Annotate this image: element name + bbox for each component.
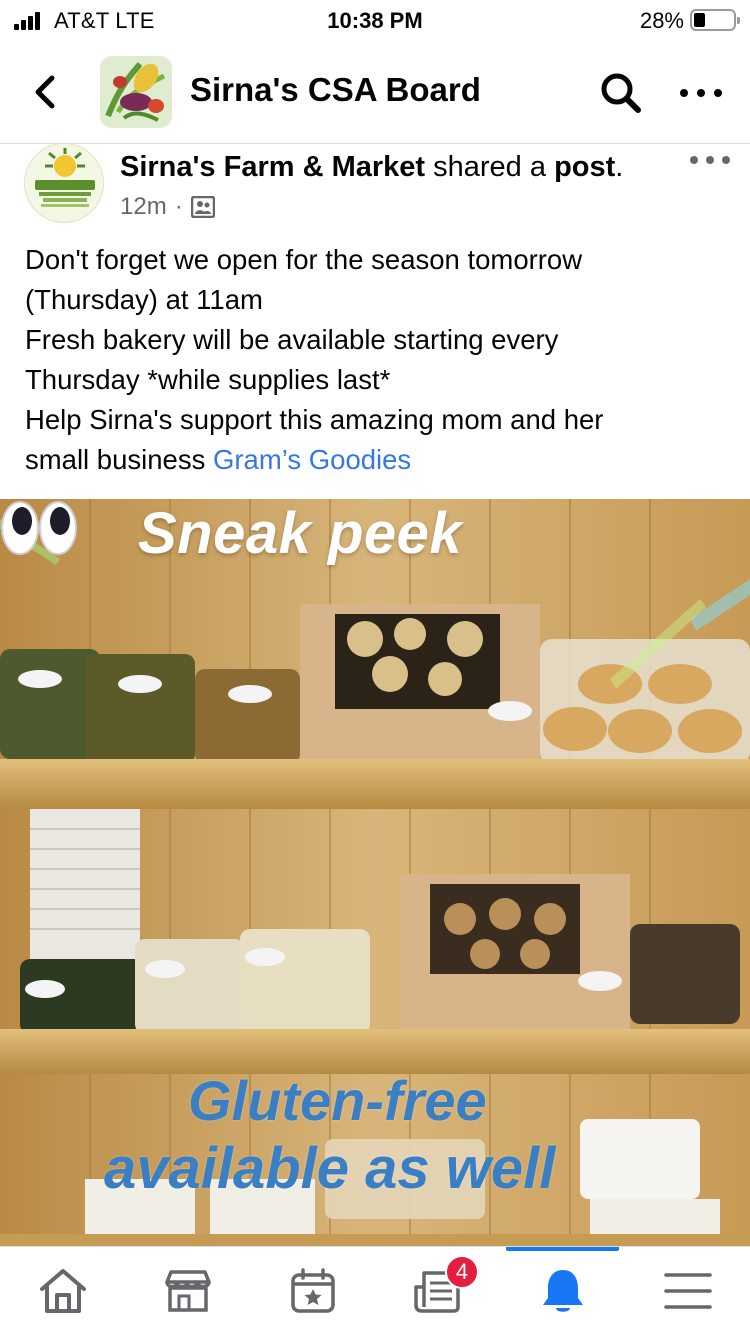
tab-marketplace[interactable] xyxy=(125,1247,250,1334)
tab-menu[interactable] xyxy=(625,1247,750,1334)
post-text-line: Thursday *while supplies last* xyxy=(25,364,391,395)
post-meta: 12m · xyxy=(120,193,215,221)
notification-count-badge: 4 xyxy=(445,1255,479,1289)
bell-icon xyxy=(542,1270,583,1312)
photo-caption-bottom-1: Gluten-free xyxy=(188,1069,487,1132)
group-avatar[interactable] xyxy=(100,56,172,128)
hamburger-menu-icon xyxy=(663,1273,712,1309)
back-button[interactable] xyxy=(26,70,66,114)
eyes-emoji-icon xyxy=(1,501,77,555)
post-text-line: Fresh bakery will be available starting … xyxy=(25,324,559,355)
clock: 10:38 PM xyxy=(327,8,423,33)
photo-caption-top: Sneak peek xyxy=(138,501,463,566)
group-title[interactable]: Sirna's CSA Board xyxy=(190,71,481,109)
search-icon xyxy=(601,73,641,113)
battery-percentage: 28% xyxy=(639,8,684,33)
more-options-button[interactable] xyxy=(676,76,726,110)
tab-home[interactable] xyxy=(0,1247,125,1334)
events-icon xyxy=(290,1268,335,1313)
marketplace-icon xyxy=(164,1270,211,1312)
post-timestamp[interactable]: 12m xyxy=(120,193,167,221)
search-button[interactable] xyxy=(598,70,644,116)
post-text-line: Help Sirna's support this amazing mom an… xyxy=(25,404,604,435)
post-text-segment: small business xyxy=(25,444,213,475)
more-horizontal-icon xyxy=(690,156,698,164)
group-members-icon xyxy=(190,196,215,218)
post-text-line: Don't forget we open for the season tomo… xyxy=(25,244,583,275)
post-author-line: Sirna's Farm & Market shared a post. xyxy=(120,151,623,184)
post-photo[interactable] xyxy=(0,499,750,1246)
tab-notifications[interactable] xyxy=(500,1247,625,1334)
post-period: . xyxy=(615,151,624,183)
photo-caption-bottom-2: available as well xyxy=(104,1136,556,1201)
meta-separator: · xyxy=(174,193,183,220)
post-author-name[interactable]: Sirna's Farm & Market xyxy=(120,151,425,183)
chevron-left-icon xyxy=(35,75,55,109)
status-bar: AT&T LTE 10:38 PM 28% xyxy=(0,0,750,40)
shared-post-link[interactable]: post xyxy=(554,151,615,183)
battery-icon xyxy=(690,9,740,31)
tab-events[interactable] xyxy=(250,1247,375,1334)
post-action-text: shared a xyxy=(425,151,555,183)
home-icon xyxy=(39,1269,86,1313)
bottom-tab-bar: 4 xyxy=(0,1246,750,1334)
post-body: Don't forget we open for the season tomo… xyxy=(25,240,725,480)
author-avatar[interactable] xyxy=(24,143,104,223)
group-header: Sirna's CSA Board xyxy=(0,40,750,144)
more-horizontal-icon xyxy=(680,89,688,97)
tab-news[interactable]: 4 xyxy=(375,1247,500,1334)
post-text-line: (Thursday) at 11am xyxy=(25,284,263,315)
mention-link[interactable]: Gram’s Goodies xyxy=(213,444,411,475)
post-options-button[interactable] xyxy=(690,150,730,170)
post-text-line: small business Gram’s Goodies xyxy=(25,440,725,480)
